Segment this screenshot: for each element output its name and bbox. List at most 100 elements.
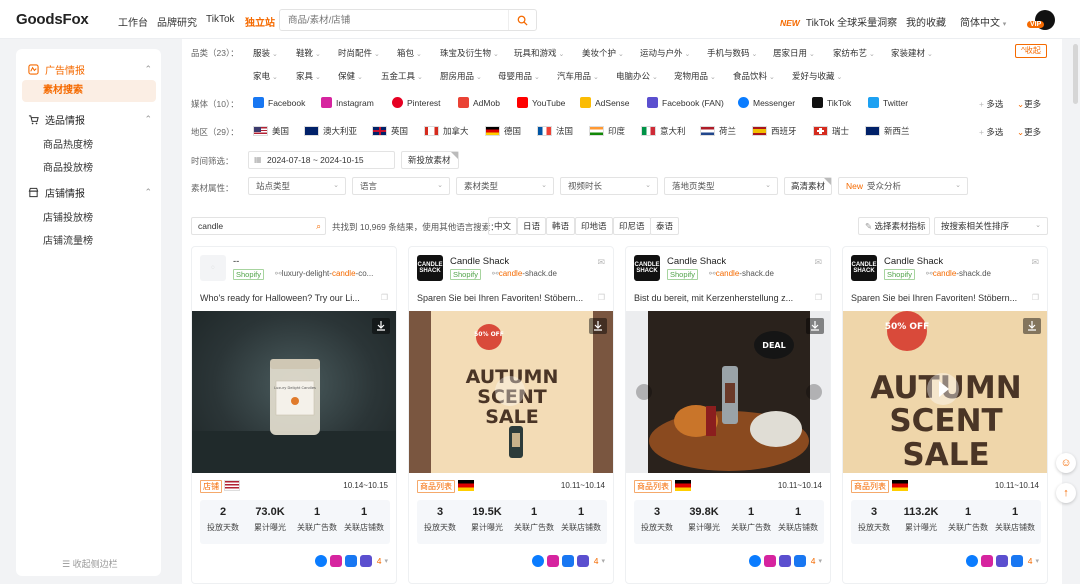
language-select[interactable]: 语言 ⌄ <box>352 177 450 195</box>
lang-option-th[interactable]: 泰语 <box>650 217 680 235</box>
material-type-select[interactable]: 素材类型 ⌄ <box>456 177 554 195</box>
my-favorites-link[interactable]: 我的收藏 <box>906 14 946 29</box>
lang-option-hi[interactable]: 印地语 <box>575 217 613 235</box>
sidebar-item-material-search[interactable]: 素材搜索 <box>22 80 156 102</box>
region-france[interactable]: 法国 <box>537 125 573 137</box>
category-option[interactable]: 家装建材 ⌄ <box>891 47 933 59</box>
store-domain-link[interactable]: ⚯candle-shack.de <box>709 269 821 278</box>
page-scrollbar[interactable] <box>1073 44 1078 104</box>
category-option[interactable]: 手机与数码 ⌄ <box>707 47 757 59</box>
store-domain-link[interactable]: ⚯candle-shack.de <box>492 269 604 278</box>
category-option[interactable]: 运动与户外 ⌄ <box>640 47 690 59</box>
category-option[interactable]: 汽车用品 ⌄ <box>557 70 599 82</box>
back-to-top-icon[interactable]: ↑ <box>1056 483 1076 503</box>
nav-workbench[interactable]: 工作台 <box>118 14 148 29</box>
media-admob[interactable]: AdMob <box>458 97 500 108</box>
ad-creative-image[interactable]: Luxury Delight Candles <box>192 311 396 473</box>
region-us[interactable]: 美国 <box>253 125 289 137</box>
download-icon[interactable] <box>372 318 390 334</box>
region-canada[interactable]: 加拿大 <box>424 125 469 137</box>
category-option[interactable]: 宠物用品 ⌄ <box>674 70 716 82</box>
mail-icon[interactable]: ✉ <box>1031 257 1039 268</box>
sidebar-group-product-intel[interactable]: 选品情报 ⌃ <box>28 112 152 127</box>
ad-creative-image[interactable]: DEAL <box>626 311 830 473</box>
search-button[interactable] <box>508 10 536 30</box>
ad-card[interactable]: CANDLE SHACK Candle Shack ✉ Shopify ⚯can… <box>842 246 1048 584</box>
date-range-picker[interactable]: ▦ 2024-07-18 ~ 2024-10-15 <box>248 151 395 169</box>
choose-metrics-button[interactable]: ✎ 选择素材指标 <box>858 217 930 235</box>
copy-icon[interactable]: ❐ <box>1032 293 1039 302</box>
copy-icon[interactable]: ❐ <box>598 293 605 302</box>
media-facebook-fan[interactable]: Facebook (FAN) <box>647 97 724 108</box>
media-pinterest[interactable]: Pinterest <box>392 97 441 108</box>
media-twitter[interactable]: Twitter <box>868 97 908 108</box>
landing-page-select[interactable]: 落地页类型 ⌄ <box>664 177 778 195</box>
ad-creative-image[interactable]: 50% OFF AUTUMN SCENT SALE <box>843 311 1047 473</box>
collapse-sidebar-button[interactable]: ☰ 收起侧边栏 <box>62 557 118 570</box>
copy-icon[interactable]: ❐ <box>815 293 822 302</box>
category-option[interactable]: 电脑办公 ⌄ <box>616 70 658 82</box>
region-italy[interactable]: 意大利 <box>641 125 686 137</box>
category-option[interactable]: 食品饮料 ⌄ <box>733 70 775 82</box>
category-option[interactable]: 箱包 ⌄ <box>397 47 422 59</box>
category-option[interactable]: 母婴用品 ⌄ <box>498 70 540 82</box>
category-option[interactable]: 家电 ⌄ <box>253 70 278 82</box>
nav-independent-site[interactable]: 独立站 <box>245 14 275 29</box>
ad-card[interactable]: ◌ -- Shopify ⚯luxury-delight-candle-co..… <box>191 246 397 584</box>
sidebar-group-store-intel[interactable]: 店铺情报 ⌃ <box>28 185 152 200</box>
ad-creative-image[interactable]: 50% OFF AUTUMN SCENT SALE <box>409 311 613 473</box>
category-option[interactable]: 珠宝及衍生物 ⌄ <box>440 47 499 59</box>
audience-analysis-select[interactable]: New 受众分析 ⌄ <box>838 177 968 195</box>
chat-icon[interactable]: ☺ <box>1056 453 1076 473</box>
collapse-filters-button[interactable]: ^收起 <box>1015 44 1047 58</box>
download-icon[interactable] <box>1023 318 1041 334</box>
sidebar-item-store-ads[interactable]: 店铺投放榜 <box>43 209 93 224</box>
new-material-toggle[interactable]: 新投放素材 <box>401 151 459 169</box>
category-option[interactable]: 厨房用品 ⌄ <box>440 70 482 82</box>
media-icons[interactable]: 4 ▾ <box>531 555 605 567</box>
category-option[interactable]: 保健 ⌄ <box>338 70 363 82</box>
category-option[interactable]: 爱好与收藏 ⌄ <box>792 70 842 82</box>
category-option[interactable]: 美妆个护 ⌄ <box>582 47 624 59</box>
lang-option-ja[interactable]: 日语 <box>517 217 547 235</box>
sort-select[interactable]: 按搜索相关性排序 ⌄ <box>934 217 1048 235</box>
mail-icon[interactable]: ✉ <box>814 257 822 268</box>
sidebar-group-ads-intel[interactable]: 广告情报 ⌃ <box>28 62 152 77</box>
region-multi-select[interactable]: + 多选 <box>979 126 1003 138</box>
hd-material-toggle[interactable]: 高清素材 <box>784 177 832 195</box>
media-facebook[interactable]: Facebook <box>253 97 305 108</box>
sidebar-item-product-hot[interactable]: 商品热度榜 <box>43 136 93 151</box>
lang-option-id[interactable]: 印尼语 <box>613 217 651 235</box>
keyword-search-input[interactable]: candle ⌕ <box>191 217 326 235</box>
download-icon[interactable] <box>806 318 824 334</box>
media-youtube[interactable]: YouTube <box>517 97 565 108</box>
region-india[interactable]: 印度 <box>589 125 625 137</box>
media-icons[interactable]: 4 ▾ <box>965 555 1039 567</box>
region-uk[interactable]: 英国 <box>372 125 408 137</box>
region-germany[interactable]: 德国 <box>485 125 521 137</box>
region-netherlands[interactable]: 荷兰 <box>700 125 736 137</box>
category-option[interactable]: 家具 ⌄ <box>296 70 321 82</box>
lang-option-zh[interactable]: 中文 <box>488 217 518 235</box>
nav-tiktok[interactable]: TikTok <box>206 14 235 25</box>
media-instagram[interactable]: Instagram <box>321 97 374 108</box>
category-option[interactable]: 鞋靴 ⌄ <box>296 47 321 59</box>
category-option[interactable]: 居家日用 ⌄ <box>773 47 815 59</box>
copy-icon[interactable]: ❐ <box>381 293 388 302</box>
media-adsense[interactable]: AdSense <box>580 97 630 108</box>
category-option[interactable]: 家纺布艺 ⌄ <box>833 47 875 59</box>
region-more-button[interactable]: ⌄更多 <box>1017 126 1041 138</box>
global-search-input[interactable] <box>280 10 500 30</box>
region-new-zealand[interactable]: 新西兰 <box>865 125 910 137</box>
region-switzerland[interactable]: 瑞士 <box>813 125 849 137</box>
lang-option-ko[interactable]: 韩语 <box>546 217 576 235</box>
site-type-select[interactable]: 站点类型 ⌄ <box>248 177 346 195</box>
media-multi-select[interactable]: + 多选 <box>979 98 1003 110</box>
category-option[interactable]: 时尚配件 ⌄ <box>338 47 380 59</box>
category-option[interactable]: 服装 ⌄ <box>253 47 278 59</box>
category-option[interactable]: 五金工具 ⌄ <box>381 70 423 82</box>
ad-card[interactable]: CANDLE SHACK Candle Shack ✉ Shopify ⚯can… <box>408 246 614 584</box>
download-icon[interactable] <box>589 318 607 334</box>
goodsfox-logo[interactable]: GoodsFox <box>16 11 89 28</box>
category-option[interactable]: 玩具和游戏 ⌄ <box>514 47 564 59</box>
